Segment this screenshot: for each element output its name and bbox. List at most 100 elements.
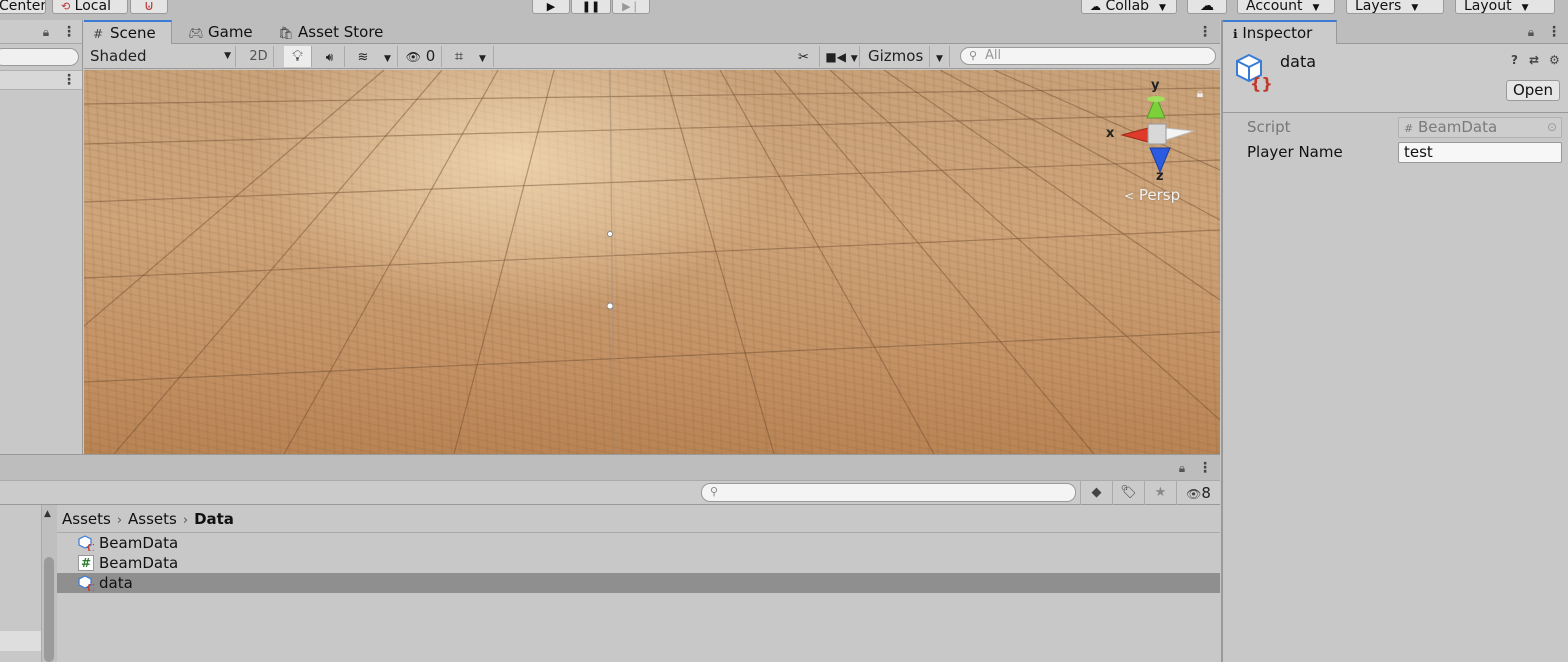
info-icon: ℹ bbox=[1233, 27, 1238, 41]
cloud-services-button[interactable]: ☁ bbox=[1187, 0, 1227, 14]
hierarchy-panel: 🔒︎ ⋮ ⋮ bbox=[0, 20, 83, 454]
lock-icon[interactable]: 🔒︎ bbox=[1176, 461, 1188, 475]
local-rotation-icon: ⟲ bbox=[61, 0, 71, 13]
gizmo-center-cube[interactable] bbox=[1147, 123, 1167, 145]
gizmo-axis-x[interactable] bbox=[1120, 127, 1149, 143]
grid-dropdown[interactable]: ▼ bbox=[472, 46, 494, 67]
tools-icon: ✂ bbox=[798, 50, 809, 65]
tag-icon: 🏷︎ bbox=[1120, 485, 1137, 500]
list-item[interactable]: # BeamData bbox=[57, 553, 1220, 573]
scroll-up-icon[interactable]: ▲ bbox=[44, 509, 51, 519]
kebab-menu-icon[interactable]: ⋮ bbox=[1198, 25, 1212, 39]
collab-dropdown[interactable]: ☁ Collab ▼ bbox=[1081, 0, 1177, 14]
kebab-menu-icon[interactable]: ⋮ bbox=[1547, 25, 1561, 39]
folder-tree-scrollbar[interactable]: ▲ bbox=[41, 505, 57, 662]
shading-mode-dropdown[interactable]: Shaded ▼ bbox=[86, 46, 236, 67]
breadcrumb-item[interactable]: Assets bbox=[62, 510, 111, 528]
lightbulb-icon: 💡︎ bbox=[292, 47, 303, 65]
scriptable-object-icon: {} bbox=[1236, 53, 1273, 92]
2d-toggle[interactable]: 2D bbox=[244, 46, 274, 67]
breadcrumb-item[interactable]: Assets bbox=[128, 510, 177, 528]
tools-button[interactable]: ✂ bbox=[788, 46, 820, 67]
scene-tab-strip: # Scene 🎮︎ Game 🛍︎ Asset Store ⋮ bbox=[84, 20, 1220, 44]
perspective-icon: < bbox=[1124, 189, 1135, 203]
tab-scene[interactable]: # Scene bbox=[84, 20, 172, 44]
grid-snap-icon: ⌗ bbox=[454, 47, 464, 65]
search-icon: ⚲ bbox=[710, 485, 719, 498]
scene-search-input[interactable]: ⚲ All bbox=[960, 47, 1216, 65]
folder-tree-selected-row[interactable] bbox=[0, 631, 41, 651]
open-button[interactable]: Open bbox=[1506, 80, 1560, 101]
gizmo-x-label: x bbox=[1106, 126, 1115, 141]
list-item[interactable]: {} data bbox=[57, 573, 1220, 593]
tab-game-label: Game bbox=[208, 23, 253, 41]
account-dropdown[interactable]: Account ▼ bbox=[1237, 0, 1335, 14]
lock-icon[interactable]: 🔒︎ bbox=[40, 25, 52, 39]
gamepad-icon: 🎮︎ bbox=[188, 26, 204, 40]
step-button[interactable]: ▶❘ bbox=[612, 0, 650, 14]
breadcrumb-current[interactable]: Data bbox=[194, 510, 234, 528]
hidden-packages-toggle[interactable]: 👁︎8 bbox=[1176, 481, 1220, 505]
project-search-input[interactable]: ⚲ bbox=[701, 483, 1076, 502]
lock-icon[interactable]: 🔒︎ bbox=[1525, 25, 1537, 39]
shading-mode-label: Shaded bbox=[90, 47, 147, 65]
chevron-down-icon: ▼ bbox=[936, 54, 943, 64]
hidden-eye-icon: 👁︎ bbox=[1186, 487, 1202, 501]
layers-dropdown[interactable]: Layers ▼ bbox=[1346, 0, 1444, 14]
effects-toggle[interactable]: ≋ bbox=[348, 46, 378, 67]
gizmo-z-label: z bbox=[1156, 169, 1164, 184]
search-by-label-button[interactable]: 🏷︎ bbox=[1112, 481, 1144, 505]
camera-dropdown[interactable]: ■◀ ▼ bbox=[824, 46, 860, 67]
search-by-type-button[interactable]: ◆ bbox=[1080, 481, 1112, 505]
gizmos-label: Gizmos bbox=[868, 47, 924, 65]
scrollbar-thumb[interactable] bbox=[44, 557, 54, 662]
inspector-header: {} data ? ⇄ ⚙ Open bbox=[1223, 44, 1568, 113]
project-folder-tree: ▲ bbox=[0, 505, 57, 662]
pivot-center-button[interactable]: Center bbox=[0, 0, 46, 14]
scene-viewport[interactable]: 🔒︎ y x z < Persp bbox=[84, 70, 1220, 454]
grid-toggle[interactable]: ⌗ bbox=[446, 46, 472, 67]
asset-name: data bbox=[99, 574, 133, 592]
hierarchy-search-input[interactable] bbox=[0, 48, 79, 66]
gizmo-axis-neg-x[interactable] bbox=[1165, 127, 1195, 141]
gizmos-dropdown[interactable]: ▼ bbox=[930, 46, 950, 67]
hidden-eye-icon: 👁︎ bbox=[405, 50, 421, 64]
effects-dropdown[interactable]: ▼ bbox=[378, 46, 398, 67]
kebab-menu-icon[interactable]: ⋮ bbox=[62, 25, 76, 39]
shopping-bag-icon: 🛍︎ bbox=[278, 26, 294, 40]
inspector-panel: 🔒︎ ⋮ ℹ Inspector {} data ? ⇄ ⚙ Open Scri… bbox=[1221, 20, 1568, 662]
snap-increment-button[interactable]: ⊍ bbox=[130, 0, 168, 14]
scene-visibility-toggle[interactable]: 👁︎ 0 bbox=[400, 46, 442, 67]
audio-toggle[interactable]: 🔊︎ bbox=[315, 46, 345, 67]
hierarchy-scene-row[interactable]: ⋮ bbox=[0, 70, 82, 90]
search-icon: ⚲ bbox=[969, 49, 978, 62]
play-button[interactable]: ▶ bbox=[532, 0, 570, 14]
step-icon: ▶❘ bbox=[622, 0, 640, 13]
pause-button[interactable]: ❚❚ bbox=[571, 0, 611, 14]
kebab-menu-icon[interactable]: ⋮ bbox=[1198, 461, 1212, 475]
kebab-menu-icon[interactable]: ⋮ bbox=[62, 73, 76, 87]
favorites-button[interactable]: ★ bbox=[1144, 481, 1176, 505]
project-hidden-count: 8 bbox=[1201, 484, 1211, 502]
player-name-input[interactable]: test bbox=[1398, 142, 1562, 163]
main-toolbar: Center ⟲ Local ⊍ ▶ ❚❚ ▶❘ ☁ Collab ▼ ☁ Acc… bbox=[0, 0, 1568, 20]
tab-game[interactable]: 🎮︎ Game bbox=[182, 20, 261, 44]
preset-icon[interactable]: ⇄ bbox=[1529, 53, 1539, 67]
help-icon[interactable]: ? bbox=[1511, 53, 1518, 67]
tab-asset-store[interactable]: 🛍︎ Asset Store bbox=[272, 20, 391, 44]
tab-inspector[interactable]: ℹ Inspector bbox=[1223, 20, 1337, 44]
asset-name: BeamData bbox=[99, 554, 179, 572]
lighting-toggle[interactable]: 💡︎ bbox=[284, 46, 312, 67]
projection-toggle[interactable]: < Persp bbox=[1124, 186, 1180, 204]
layout-dropdown[interactable]: Layout ▼ bbox=[1455, 0, 1555, 14]
gizmos-button[interactable]: Gizmos bbox=[864, 46, 930, 67]
player-name-label: Player Name bbox=[1247, 143, 1343, 161]
speaker-icon: 🔊︎ bbox=[325, 50, 334, 64]
hidden-count: 0 bbox=[425, 47, 436, 65]
list-item[interactable]: {} BeamData bbox=[57, 533, 1220, 553]
breadcrumb: Assets › Assets › Data bbox=[62, 509, 234, 529]
projection-label: Persp bbox=[1138, 186, 1181, 204]
tab-scene-label: Scene bbox=[110, 24, 156, 42]
gear-icon[interactable]: ⚙ bbox=[1549, 53, 1560, 67]
pivot-local-button[interactable]: ⟲ Local bbox=[52, 0, 128, 14]
